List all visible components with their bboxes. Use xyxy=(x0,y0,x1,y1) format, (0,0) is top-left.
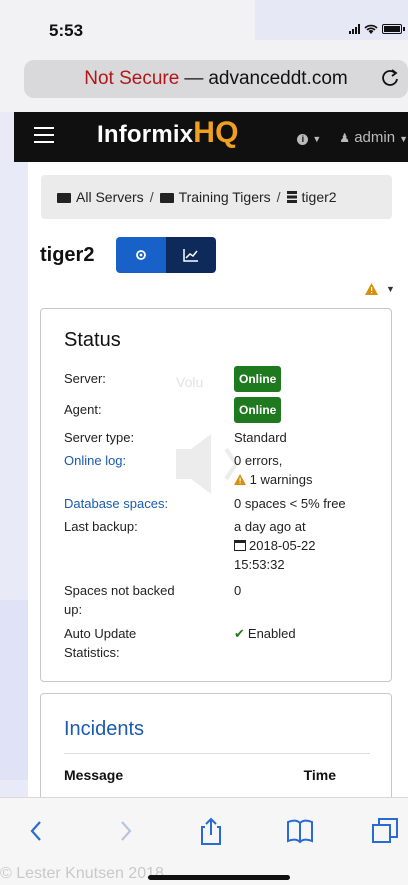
home-indicator[interactable] xyxy=(148,875,290,880)
database-icon xyxy=(286,191,297,203)
tabs-icon[interactable] xyxy=(370,816,400,846)
agent-status: Online xyxy=(234,397,282,423)
chevron-down-icon: ▼ xyxy=(386,284,395,294)
breadcrumb-label: Training Tigers xyxy=(178,189,271,205)
status-title: Status xyxy=(64,329,121,351)
warning-icon xyxy=(365,283,378,295)
spaces-not-backed-label-line2: up: xyxy=(64,602,83,617)
share-icon[interactable] xyxy=(196,816,226,846)
brand-suffix: HQ xyxy=(193,116,239,149)
info-menu[interactable]: i ▼ xyxy=(297,129,321,146)
reload-icon[interactable] xyxy=(380,68,400,88)
auto-update-status: Enabled xyxy=(247,626,296,641)
incidents-title[interactable]: Incidents xyxy=(64,718,144,741)
spaces-not-backed-value: 0 xyxy=(234,583,242,598)
server-status: Online xyxy=(234,366,282,392)
auto-update-label-line2: Statistics: xyxy=(64,645,120,660)
last-backup-time: 15:53:32 xyxy=(234,557,285,572)
column-message[interactable]: Message xyxy=(64,767,123,783)
forward-icon[interactable] xyxy=(110,816,140,846)
status-icons xyxy=(349,24,405,34)
brand-main: Informix xyxy=(97,121,194,148)
online-log-warnings: 1 warnings xyxy=(234,471,313,489)
clock: 5:53 xyxy=(49,21,84,40)
last-backup-label: Last backup: xyxy=(64,519,138,534)
info-icon: i xyxy=(297,134,309,145)
volume-overlay-text: Volu xyxy=(176,374,204,390)
left-decoration-band xyxy=(0,600,28,780)
online-badge: Online xyxy=(234,397,282,423)
status-bar: 5:53 xyxy=(0,0,408,60)
chart-view-button[interactable] xyxy=(166,237,216,273)
status-panel: Volu Status Server: Online Agent: Online… xyxy=(40,308,392,682)
breadcrumb: All Servers / Training Tigers / tiger2 xyxy=(41,175,392,219)
security-label: Not Secure xyxy=(84,68,180,89)
online-badge: Online xyxy=(234,366,282,392)
line-chart-icon xyxy=(183,249,198,262)
settings-view-button[interactable] xyxy=(116,237,166,273)
url-domain: advanceddt.com xyxy=(208,68,348,89)
chevron-down-icon: ▼ xyxy=(312,134,322,144)
chevron-down-icon: ▼ xyxy=(399,134,408,144)
last-backup-value: a day ago at xyxy=(234,519,306,534)
user-menu[interactable]: ♟ admin ▼ xyxy=(339,129,408,146)
auto-update-value: ✔ Enabled xyxy=(234,625,296,643)
server-type-value: Standard xyxy=(234,430,287,445)
breadcrumb-all-servers[interactable]: All Servers xyxy=(57,189,144,205)
page-title: tiger2 xyxy=(40,244,95,266)
column-time[interactable]: Time xyxy=(304,767,336,783)
wifi-icon xyxy=(364,24,378,34)
menu-icon[interactable] xyxy=(34,127,54,143)
warnings-count: 1 warnings xyxy=(249,472,313,487)
check-icon: ✔ xyxy=(234,626,245,641)
warning-icon xyxy=(234,474,246,485)
signal-icon xyxy=(349,24,360,34)
breadcrumb-group[interactable]: Training Tigers xyxy=(159,189,271,205)
address-bar[interactable]: Not Secure — advanceddt.com xyxy=(24,60,408,98)
user-icon: ♟ xyxy=(339,131,351,145)
online-log-errors: 0 errors, xyxy=(234,453,283,468)
database-spaces-link[interactable]: Database spaces: xyxy=(64,495,168,513)
server-type-label: Server type: xyxy=(64,430,135,445)
breadcrumb-server: tiger2 xyxy=(286,189,337,205)
backup-date: 2018-05-22 xyxy=(249,538,316,553)
breadcrumb-label: tiger2 xyxy=(301,189,337,205)
last-backup-date: 2018-05-22 xyxy=(234,537,316,555)
user-name: admin xyxy=(354,129,396,146)
copyright-watermark: © Lester Knutsen 2018 xyxy=(0,865,164,882)
incidents-table-header: Message Time xyxy=(64,753,370,783)
online-log-link[interactable]: Online log: xyxy=(64,452,126,470)
app-navbar: InformixHQ i ▼ ♟ admin ▼ xyxy=(14,112,408,162)
url-separator: — xyxy=(184,68,204,89)
bookmarks-icon[interactable] xyxy=(285,816,315,846)
incidents-panel: Incidents Message Time xyxy=(40,693,392,813)
breadcrumb-separator: / xyxy=(276,189,281,205)
agent-label: Agent: xyxy=(64,402,102,417)
gear-icon xyxy=(136,250,146,260)
battery-icon xyxy=(382,24,405,34)
breadcrumb-label: All Servers xyxy=(76,189,144,205)
alerts-dropdown[interactable]: ▼ xyxy=(365,283,395,295)
back-icon[interactable] xyxy=(22,816,52,846)
nav-right: i ▼ ♟ admin ▼ xyxy=(297,129,408,146)
folder-icon xyxy=(159,193,174,203)
folder-icon xyxy=(57,193,71,203)
spaces-not-backed-label: Spaces not backed xyxy=(64,583,175,598)
view-toggle xyxy=(116,237,216,273)
breadcrumb-separator: / xyxy=(149,189,154,205)
calendar-icon xyxy=(234,540,246,551)
server-label: Server: xyxy=(64,371,106,386)
brand-logo[interactable]: InformixHQ xyxy=(97,118,239,149)
database-spaces-value: 0 spaces < 5% free xyxy=(234,496,346,511)
auto-update-label: Auto Update xyxy=(64,626,137,641)
